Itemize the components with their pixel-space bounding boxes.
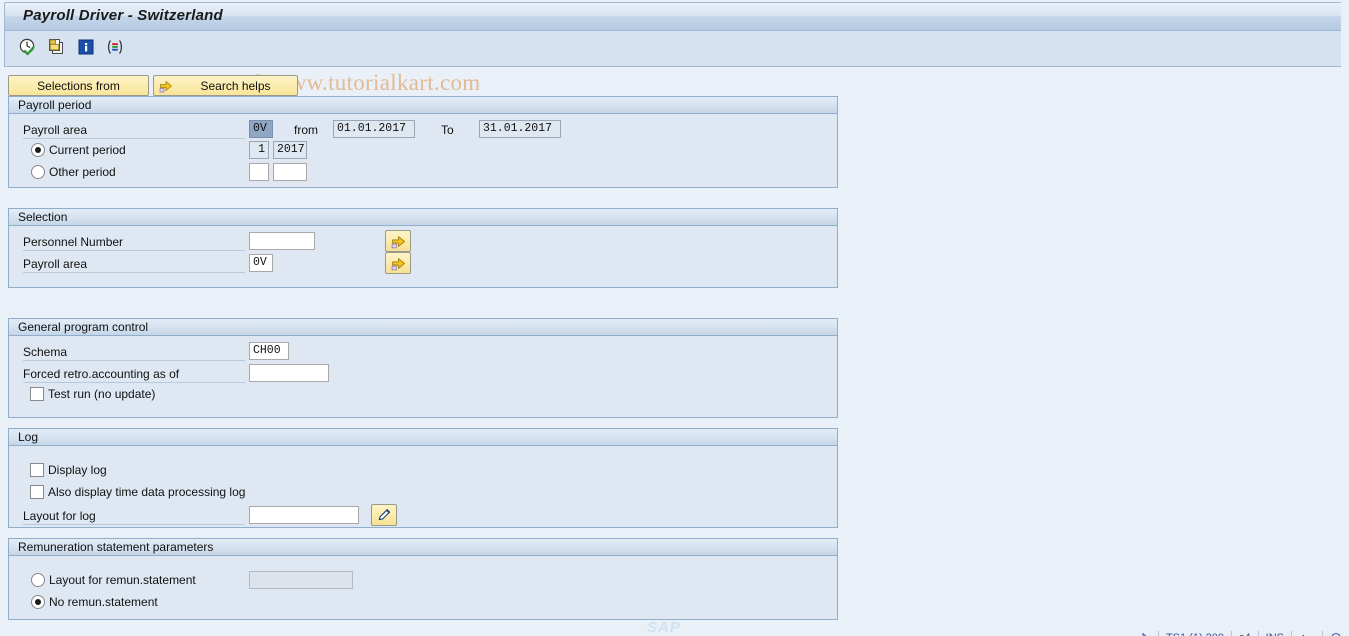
sap-payroll-driver-screen: Payroll Driver - Switzerland © www.tutor… <box>0 0 1349 636</box>
payroll-period-section: Payroll period Payroll area 0V from 01.0… <box>8 96 838 188</box>
personnel-number-label: Personnel Number <box>23 235 245 251</box>
selection-title: Selection <box>9 209 837 226</box>
application-toolbar: © www.tutorialkart.com <box>4 31 1345 95</box>
layout-remun-statement-field[interactable] <box>249 571 353 589</box>
window-title-bar: Payroll Driver - Switzerland <box>4 2 1345 31</box>
information-icon[interactable] <box>75 36 97 58</box>
display-log-checkbox-row[interactable]: Display log <box>30 463 107 477</box>
personnel-number-field[interactable] <box>249 232 315 250</box>
copy-variant-icon[interactable] <box>46 36 68 58</box>
status-resize-icon[interactable] <box>1292 631 1323 636</box>
status-bar-inner: TS1 (1) 200 s4 INS <box>0 628 1349 636</box>
schema-label: Schema <box>23 345 245 361</box>
page-title: Payroll Driver - Switzerland <box>23 7 223 24</box>
selections-from-button[interactable]: Selections from <box>8 75 149 96</box>
log-title: Log <box>9 429 837 446</box>
other-period-number-field[interactable] <box>249 163 269 181</box>
search-helps-label: Search helps <box>200 78 271 93</box>
test-run-checkbox[interactable] <box>30 387 44 401</box>
status-cursor-icon <box>1135 631 1159 636</box>
general-program-control-section: General program control Schema CH00 Forc… <box>8 318 838 418</box>
schema-field[interactable]: CH00 <box>249 342 289 360</box>
selection-button-row: Selections from Search helps <box>8 75 298 96</box>
layout-for-log-edit-button[interactable] <box>371 504 397 526</box>
time-data-log-checkbox[interactable] <box>30 485 44 499</box>
execute-clock-icon[interactable] <box>17 36 39 58</box>
display-log-label: Display log <box>48 463 107 477</box>
status-session-icon[interactable] <box>1323 631 1349 636</box>
selection-payroll-area-field[interactable]: 0V <box>249 254 273 272</box>
period-to-date-field[interactable]: 31.01.2017 <box>479 120 561 138</box>
period-from-date-field[interactable]: 01.01.2017 <box>333 120 415 138</box>
search-helps-button[interactable]: Search helps <box>153 75 298 96</box>
remuneration-statement-section: Remuneration statement parameters Layout… <box>8 538 838 620</box>
search-help-arrow-icon <box>158 78 174 94</box>
forced-retro-accounting-label: Forced retro.accounting as of <box>23 367 245 383</box>
status-insert-mode[interactable]: INS <box>1259 631 1292 636</box>
test-run-label: Test run (no update) <box>48 387 156 401</box>
payroll-area-multiple-selection-button[interactable] <box>385 252 411 274</box>
other-period-year-field[interactable] <box>273 163 307 181</box>
status-bar: TS1 (1) 200 s4 INS <box>0 628 1349 636</box>
variant-list-icon[interactable] <box>104 36 126 58</box>
to-label: To <box>441 123 454 137</box>
other-period-radio[interactable] <box>31 165 45 179</box>
general-program-control-title: General program control <box>9 319 837 336</box>
selection-section: Selection Personnel Number Payroll area … <box>8 208 838 288</box>
current-period-year-field[interactable]: 2017 <box>273 141 307 159</box>
display-log-checkbox[interactable] <box>30 463 44 477</box>
multiple-selection-arrow-icon <box>391 235 405 248</box>
other-period-radio-row[interactable]: Other period <box>31 165 116 179</box>
time-data-log-label: Also display time data processing log <box>48 485 246 499</box>
log-section: Log Display log Also display time data p… <box>8 428 838 528</box>
layout-for-log-label: Layout for log <box>23 509 245 525</box>
payroll-area-value-field[interactable]: 0V <box>249 120 273 138</box>
no-remun-statement-radio[interactable] <box>31 595 45 609</box>
current-period-label: Current period <box>49 143 126 157</box>
current-period-radio[interactable] <box>31 143 45 157</box>
status-server-info[interactable]: s4 <box>1232 631 1259 636</box>
selections-from-label: Selections from <box>37 78 120 93</box>
no-remun-statement-label: No remun.statement <box>49 595 158 609</box>
multiple-selection-arrow-icon <box>391 257 405 270</box>
current-period-radio-row[interactable]: Current period <box>31 143 126 157</box>
personnel-number-multiple-selection-button[interactable] <box>385 230 411 252</box>
layout-remun-statement-radio-row[interactable]: Layout for remun.statement <box>31 573 196 587</box>
test-run-checkbox-row[interactable]: Test run (no update) <box>30 387 155 401</box>
from-label: from <box>294 123 318 137</box>
pencil-edit-icon <box>378 509 391 521</box>
current-period-number-field[interactable]: 1 <box>249 141 269 159</box>
layout-remun-statement-radio[interactable] <box>31 573 45 587</box>
toolbar-icon-group <box>17 36 126 58</box>
other-period-label: Other period <box>49 165 116 179</box>
payroll-area-label: Payroll area <box>23 123 245 139</box>
right-gutter <box>1341 2 1345 614</box>
layout-remun-statement-label: Layout for remun.statement <box>49 573 196 587</box>
remuneration-statement-title: Remuneration statement parameters <box>9 539 837 556</box>
payroll-period-title: Payroll period <box>9 97 837 114</box>
forced-retro-accounting-field[interactable] <box>249 364 329 382</box>
status-system-info[interactable]: TS1 (1) 200 <box>1159 631 1233 636</box>
layout-for-log-field[interactable] <box>249 506 359 524</box>
no-remun-statement-radio-row[interactable]: No remun.statement <box>31 595 158 609</box>
selection-payroll-area-label: Payroll area <box>23 257 245 273</box>
time-data-log-checkbox-row[interactable]: Also display time data processing log <box>30 485 245 499</box>
